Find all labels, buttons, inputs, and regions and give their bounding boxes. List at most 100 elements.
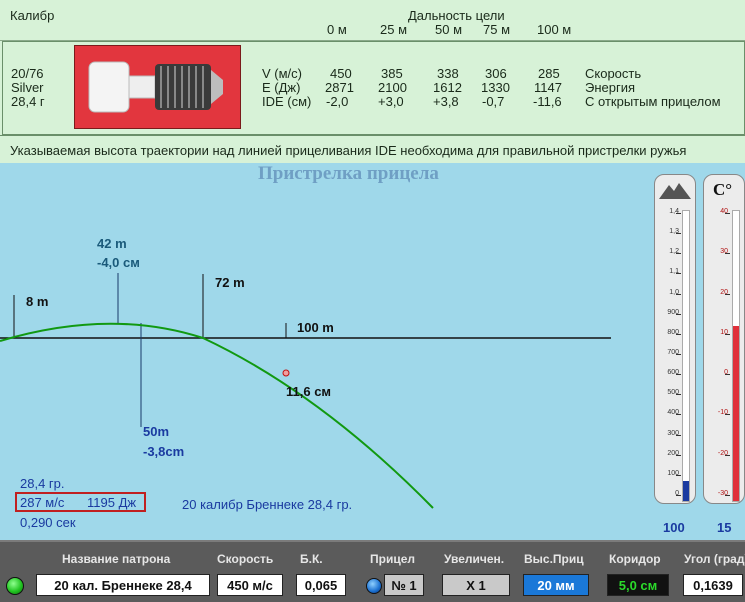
- ide-0: -2,0: [326, 94, 349, 109]
- bc-field[interactable]: 0,065: [296, 574, 346, 596]
- scale-tick: [676, 233, 681, 235]
- slug-icon: [88, 61, 223, 113]
- scale-tick: [676, 454, 681, 456]
- scale-tick: [676, 374, 681, 376]
- label-impact-value: 11,6 см: [286, 384, 332, 399]
- zoom-field[interactable]: X 1: [442, 574, 510, 596]
- label-8m: 8 m: [26, 294, 49, 309]
- label-speed: Скорость: [217, 552, 274, 566]
- label-angle: Угол (град): [684, 552, 745, 566]
- range-header: Дальность цели: [408, 8, 505, 23]
- impact-point: [282, 369, 290, 377]
- scale-tick: [725, 414, 730, 416]
- temperature-value: 15: [717, 520, 732, 535]
- label-42m: 42 m: [97, 236, 127, 251]
- e-75: 1330: [481, 80, 510, 95]
- distance-25: 25 м: [380, 22, 408, 37]
- caliber-header: Калибр: [10, 8, 55, 23]
- ide-100: -11,6: [533, 94, 562, 109]
- table-header: Калибр Дальность цели 0 м 25 м 50 м 75 м…: [0, 0, 745, 41]
- ballistics-table: Калибр Дальность цели 0 м 25 м 50 м 75 м…: [0, 0, 745, 163]
- bottom-panel: Название патрона Скорость Б.К. Прицел Ув…: [0, 540, 745, 602]
- scale-tick: [676, 253, 681, 255]
- scale-tick: [676, 213, 681, 214]
- temperature-unit: C°: [713, 180, 733, 199]
- scale-tick: [725, 374, 730, 376]
- trajectory-scene: Пристрелка прицела 8 m 42 m -4,0 см 72 m…: [0, 163, 745, 540]
- scale-tick: [676, 293, 681, 295]
- info-time: 0,290 сек: [20, 515, 76, 530]
- speed-energy-box: 287 м/с 1195 Дж: [15, 492, 146, 512]
- e-0: 2871: [325, 80, 354, 95]
- label-100m: 100 m: [297, 320, 334, 335]
- scale-tick: [676, 273, 681, 275]
- ide-50: +3,8: [433, 94, 459, 109]
- temperature-level: [733, 326, 739, 501]
- speed-field[interactable]: 450 м/с: [217, 574, 283, 596]
- scale-tick: [676, 434, 681, 436]
- distance-50: 50 м: [435, 22, 463, 37]
- info-speed: 287 м/с: [20, 495, 65, 510]
- corridor-field[interactable]: 5,0 см: [607, 574, 669, 596]
- scope-indicator-icon[interactable]: [366, 578, 382, 594]
- label-bc: Б.К.: [300, 552, 323, 566]
- label-scope: Прицел: [370, 552, 416, 566]
- info-energy: 1195 Дж: [87, 495, 137, 510]
- note-text: Указываемая высота траектории над линией…: [10, 143, 687, 158]
- v-0: 450: [330, 66, 352, 81]
- ide-75: -0,7: [482, 94, 505, 109]
- altitude-level: [683, 481, 689, 501]
- distance-75: 75 м: [483, 22, 511, 37]
- angle-field[interactable]: 0,1639: [683, 574, 743, 596]
- v-75: 306: [485, 66, 507, 81]
- scale-tick: [725, 333, 730, 335]
- e-25: 2100: [378, 80, 407, 95]
- trajectory-plot: [0, 273, 611, 509]
- label-corridor: Коридор: [609, 552, 661, 566]
- label-energy: E (Дж): [262, 80, 301, 95]
- trajectory-curve: [0, 322, 434, 509]
- scale-tick: [676, 354, 681, 355]
- scale-tick: [725, 293, 730, 295]
- e-50: 1612: [433, 80, 462, 95]
- cartridge-weight: 28,4 г: [11, 94, 45, 109]
- scope-field[interactable]: № 1: [384, 574, 424, 596]
- status-led-icon: [6, 577, 24, 595]
- scale-tick: [725, 495, 730, 496]
- cartridge-caliber: 20/76: [11, 66, 44, 81]
- ammo-name-field[interactable]: 20 кал. Бреннеке 28,4: [36, 574, 210, 596]
- altitude-value: 100: [663, 520, 685, 535]
- ammo-caption: 20 калибр Бреннеке 28,4 гр.: [182, 497, 353, 512]
- scale-tick: [676, 333, 681, 335]
- slug-photo: [74, 45, 241, 129]
- label-scope-height: Выс.Приц: [524, 552, 584, 566]
- temperature-gauge: C° 40 30 20 10 0 -10 -20 -30: [703, 174, 745, 504]
- e-100: 1147: [534, 80, 562, 95]
- distance-0: 0 м: [327, 22, 347, 37]
- label-72m: 72 m: [215, 275, 245, 290]
- cartridge-type: Silver: [11, 80, 44, 95]
- label-ide: IDE (см): [262, 94, 312, 109]
- ide-25: +3,0: [378, 94, 404, 109]
- label-ammo-name: Название патрона: [62, 552, 171, 566]
- title-velocity: Скорость: [585, 66, 642, 81]
- scale-tick: [676, 313, 681, 315]
- scale-tick: [676, 495, 681, 496]
- title-energy: Энергия: [585, 80, 636, 95]
- scale-tick: [676, 474, 681, 476]
- scale-tick: [676, 414, 681, 416]
- label-50m-value: -3,8cm: [143, 444, 185, 459]
- scale-tick: [676, 394, 681, 396]
- label-50m: 50m: [143, 424, 170, 439]
- mountain-icon: [659, 183, 691, 199]
- title-open-sight: С открытым прицелом: [585, 94, 721, 109]
- info-weight: 28,4 гр.: [20, 476, 65, 491]
- scale-tick: [725, 454, 730, 456]
- note-row: Указываемая высота траектории над линией…: [0, 135, 745, 164]
- label-zoom: Увеличен.: [444, 552, 505, 566]
- v-100: 285: [538, 66, 560, 81]
- v-50: 338: [437, 66, 459, 81]
- scope-height-field[interactable]: 20 мм: [523, 574, 589, 596]
- altitude-gauge: 1,4 1,3 1,2 1,1 1,0 900 800 700 600 500 400 300 200 1…: [654, 174, 696, 504]
- scale-tick: [725, 253, 730, 255]
